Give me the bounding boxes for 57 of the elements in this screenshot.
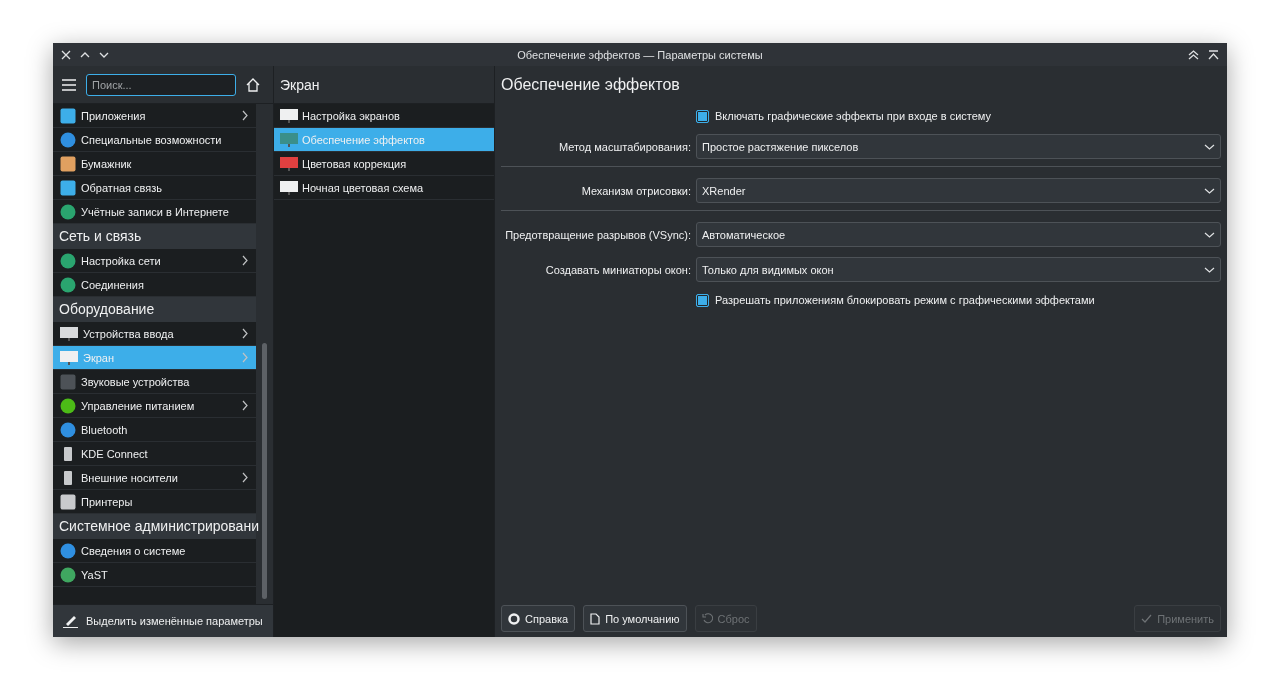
- dropdown[interactable]: Автоматическое: [696, 222, 1221, 247]
- monitor-icon: [280, 131, 298, 148]
- close-icon[interactable]: [61, 49, 71, 60]
- sidebar-item[interactable]: Настройка сети: [53, 249, 256, 273]
- field-label: Предотвращение разрывов (VSync):: [504, 228, 692, 241]
- document-icon: [590, 612, 601, 625]
- sidebar-item[interactable]: Приложения: [53, 104, 256, 128]
- sidebar-item[interactable]: Специальные возможности: [53, 128, 256, 152]
- double-chevron-up-icon[interactable]: [1188, 49, 1199, 60]
- undo-icon: [701, 613, 713, 624]
- chevron-down-icon: [1204, 266, 1215, 273]
- checkbox[interactable]: [696, 109, 709, 123]
- pen-icon: [63, 614, 78, 628]
- search-field[interactable]: Поиск...: [86, 73, 236, 96]
- sidebar-item[interactable]: Сведения о системе: [53, 539, 256, 563]
- sidebar-item[interactable]: Звуковые устройства: [53, 370, 256, 394]
- defaults-button[interactable]: По умолчанию: [583, 605, 687, 632]
- highlight-changes-button[interactable]: Выделить изменённые параметры: [53, 604, 273, 637]
- help-button[interactable]: Справка: [501, 605, 576, 632]
- sidebar-item[interactable]: Бумажник: [53, 152, 256, 176]
- checkmark-icon: [1141, 614, 1153, 623]
- field-label: Метод масштабирования:: [557, 140, 692, 153]
- menu-icon[interactable]: [62, 78, 76, 91]
- subpage-item[interactable]: Цветовая коррекция: [274, 152, 494, 176]
- chevron-down-icon: [1204, 231, 1215, 238]
- monitor-icon: [280, 155, 298, 172]
- chevron-down-icon[interactable]: [99, 51, 109, 58]
- sidebar-item[interactable]: YaST: [53, 563, 256, 587]
- field-label: Создавать миниатюры окон:: [544, 263, 692, 276]
- field-label: Механизм отрисовки:: [580, 184, 692, 197]
- category-header: Сеть и связь: [53, 224, 256, 249]
- sidebar-item[interactable]: Bluetooth: [53, 418, 256, 442]
- subpage-item[interactable]: Ночная цветовая схема: [274, 176, 494, 200]
- monitor-icon: [60, 349, 78, 366]
- keep-above-icon[interactable]: [1208, 49, 1219, 60]
- chevron-down-icon: [1204, 143, 1215, 150]
- page-title: Обеспечение эффектов: [501, 75, 681, 95]
- dropdown[interactable]: Простое растяжение пикселов: [696, 134, 1221, 159]
- dropdown[interactable]: XRender: [696, 178, 1221, 203]
- category-header: Системное администрировани: [53, 514, 256, 539]
- sidebar-item[interactable]: Управление питанием: [53, 394, 256, 418]
- checkbox-option[interactable]: Включать графические эффекты при входе в систему: [696, 109, 992, 123]
- checkbox[interactable]: [696, 293, 709, 307]
- panel-title: Экран: [280, 76, 320, 93]
- sidebar-item[interactable]: KDE Connect: [53, 442, 256, 466]
- chevron-down-icon: [1204, 187, 1215, 194]
- dropdown[interactable]: Только для видимых окон: [696, 257, 1221, 282]
- sidebar-item[interactable]: Внешние носители: [53, 466, 256, 490]
- monitor-icon: [280, 179, 298, 196]
- sidebar-item[interactable]: Обратная связь: [53, 176, 256, 200]
- home-icon[interactable]: [246, 77, 260, 92]
- checkbox-option[interactable]: Разрешать приложениям блокировать режим с графическими эффектами: [696, 293, 1095, 307]
- scrollbar-thumb[interactable]: [262, 343, 267, 599]
- category-header: Оборудование: [53, 297, 256, 322]
- chevron-up-icon[interactable]: [80, 51, 90, 58]
- window-title: Обеспечение эффектов — Параметры системы: [516, 48, 764, 61]
- monitor-icon: [280, 107, 298, 124]
